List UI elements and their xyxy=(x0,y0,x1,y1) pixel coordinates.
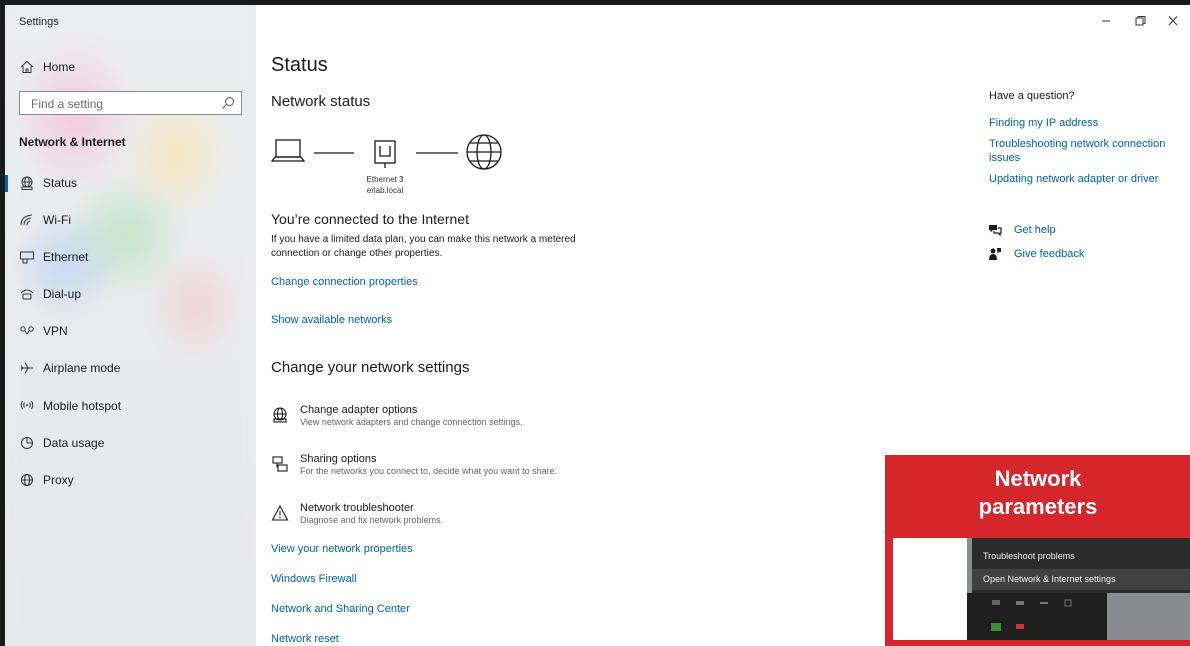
get-help-label: Get help xyxy=(1014,224,1056,236)
context-menu-item-open-settings[interactable]: Open Network & Internet settings xyxy=(983,574,1116,584)
updating-adapter-link[interactable]: Updating network adapter or driver xyxy=(989,172,1179,186)
network-sharing-center-link[interactable]: Network and Sharing Center xyxy=(271,603,410,615)
tray-app-icon xyxy=(1016,624,1024,629)
tray-volume-icon xyxy=(1016,601,1024,605)
globe-network-icon xyxy=(21,176,33,190)
feedback-icon xyxy=(989,248,1001,260)
give-feedback-label: Give feedback xyxy=(1014,248,1085,260)
sidebar-item-label: Data usage xyxy=(43,436,105,450)
sidebar-item-data-usage[interactable]: Data usage xyxy=(5,428,256,458)
sharing-icon xyxy=(272,456,288,472)
sharing-options[interactable]: Sharing options For the networks you con… xyxy=(271,453,611,487)
option-title: Network troubleshooter xyxy=(300,502,414,514)
context-menu-item-troubleshoot[interactable]: Troubleshoot problems xyxy=(983,551,1075,561)
sidebar: Settings Home Find a setting Network & I… xyxy=(5,5,256,646)
connected-description: If you have a limited data plan, you can… xyxy=(271,234,576,259)
minimize-icon[interactable] xyxy=(1096,14,1116,28)
sidebar-item-proxy[interactable]: Proxy xyxy=(5,465,256,495)
proxy-globe-icon xyxy=(21,474,33,486)
get-help[interactable]: Get help xyxy=(988,222,1148,240)
option-title: Sharing options xyxy=(300,453,377,465)
tray-notification-icon xyxy=(1064,599,1072,607)
callout-white-panel xyxy=(893,538,967,640)
globe-icon xyxy=(466,134,502,170)
context-menu: Troubleshoot problems Open Network & Int… xyxy=(972,538,1190,593)
search-input[interactable]: Find a setting xyxy=(19,91,242,115)
sidebar-item-label: VPN xyxy=(43,324,68,338)
ethernet-icon xyxy=(20,251,34,264)
adapter-icon xyxy=(273,407,287,423)
sidebar-item-label: Ethernet xyxy=(43,250,89,264)
sidebar-item-label: Wi-Fi xyxy=(43,213,71,227)
chat-help-icon xyxy=(989,225,1002,237)
callout-title-line1: Network xyxy=(994,466,1082,491)
sidebar-home-label: Home xyxy=(43,60,76,74)
warning-icon xyxy=(271,504,289,521)
wifi-icon xyxy=(20,214,33,226)
windows-firewall-link[interactable]: Windows Firewall xyxy=(271,573,357,585)
sidebar-item-ethernet[interactable]: Ethernet xyxy=(5,242,256,272)
show-available-networks-link[interactable]: Show available networks xyxy=(271,314,392,326)
dialup-icon xyxy=(20,289,34,300)
sidebar-item-label: Proxy xyxy=(43,473,74,487)
callout-title-line2: parameters xyxy=(978,494,1098,519)
search-icon xyxy=(222,97,234,109)
sidebar-item-label: Airplane mode xyxy=(43,361,121,375)
question-heading: Have a question? xyxy=(989,90,1075,102)
give-feedback[interactable]: Give feedback xyxy=(988,246,1148,264)
sidebar-item-airplane[interactable]: Airplane mode xyxy=(5,353,256,383)
network-domain: erlab.local xyxy=(366,186,404,195)
sidebar-section-title: Network & Internet xyxy=(19,135,126,149)
option-subtitle: Diagnose and fix network problems. xyxy=(300,515,444,525)
page-title: Status xyxy=(271,54,328,76)
sidebar-item-dialup[interactable]: Dial-up xyxy=(5,279,256,309)
network-troubleshooter[interactable]: Network troubleshooter Diagnose and fix … xyxy=(271,502,611,536)
taskbar-tray xyxy=(967,593,1107,640)
change-settings-heading: Change your network settings xyxy=(271,359,470,376)
network-status-heading: Network status xyxy=(271,93,371,110)
network-diagram xyxy=(270,134,502,170)
airplane-icon xyxy=(20,362,33,374)
change-adapter-options[interactable]: Change adapter options View network adap… xyxy=(271,404,611,438)
tray-network-icon xyxy=(992,600,1000,605)
data-usage-icon xyxy=(21,437,33,449)
connected-title: You’re connected to the Internet xyxy=(271,211,469,227)
callout-title: Network parameters xyxy=(923,465,1153,521)
laptop-icon xyxy=(270,139,306,162)
sidebar-item-hotspot[interactable]: Mobile hotspot xyxy=(5,391,256,421)
view-network-properties-link[interactable]: View your network properties xyxy=(271,543,413,555)
sidebar-item-label: Mobile hotspot xyxy=(43,399,122,413)
troubleshooting-connection-link[interactable]: Troubleshooting network connection issue… xyxy=(989,137,1179,165)
tray-keyboard-icon xyxy=(1040,602,1048,604)
app-title: Settings xyxy=(19,16,59,28)
network-parameters-callout: Network parameters Troubleshoot problems… xyxy=(885,455,1190,646)
active-indicator xyxy=(5,175,8,192)
sidebar-home[interactable]: Home xyxy=(5,52,256,82)
network-reset-link[interactable]: Network reset xyxy=(271,633,339,645)
restore-icon[interactable] xyxy=(1130,14,1150,28)
callout-screenshot: Troubleshoot problems Open Network & Int… xyxy=(967,538,1190,640)
sidebar-item-label: Dial-up xyxy=(43,287,82,301)
change-connection-properties-link[interactable]: Change connection properties xyxy=(271,276,418,288)
ethernet-port-icon xyxy=(374,140,396,168)
sidebar-item-label: Status xyxy=(43,176,78,190)
sidebar-item-vpn[interactable]: VPN xyxy=(5,316,256,346)
option-title: Change adapter options xyxy=(300,404,418,416)
home-icon xyxy=(20,60,34,73)
vpn-icon xyxy=(20,326,34,335)
sidebar-item-wifi[interactable]: Wi-Fi xyxy=(5,205,256,235)
search-placeholder: Find a setting xyxy=(31,97,104,111)
finding-ip-link[interactable]: Finding my IP address xyxy=(989,116,1179,130)
sidebar-item-status[interactable]: Status xyxy=(5,168,256,198)
option-subtitle: View network adapters and change connect… xyxy=(300,417,523,427)
hotspot-icon xyxy=(20,400,34,410)
adapter-name: Ethernet 3 xyxy=(366,175,404,184)
tray-nvidia-icon xyxy=(991,623,1001,631)
option-subtitle: For the networks you connect to, decide … xyxy=(300,466,558,476)
close-icon[interactable] xyxy=(1163,14,1183,28)
